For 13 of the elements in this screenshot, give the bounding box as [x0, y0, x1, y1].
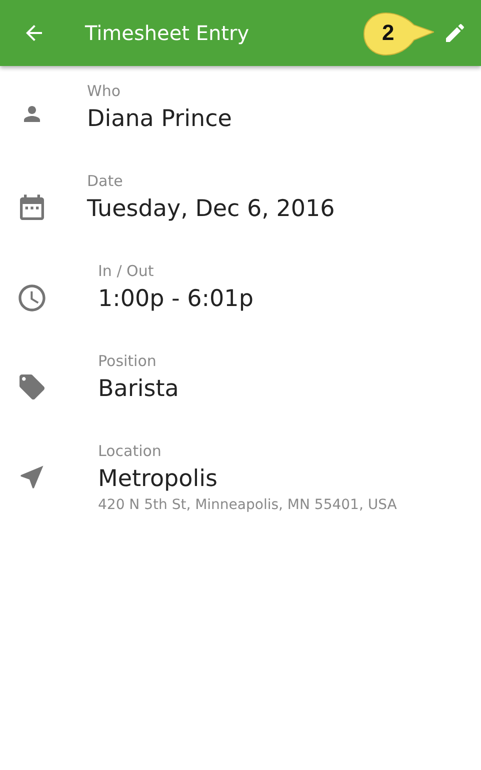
- field-value: 1:00p - 6:01p: [98, 285, 254, 314]
- field-label: Date: [87, 172, 124, 190]
- address-text: 420 N 5th St, Minneapolis, MN 55401, USA: [98, 496, 397, 514]
- callout-number: 2: [382, 20, 394, 46]
- screen-title: Timesheet Entry: [85, 21, 250, 45]
- field-value: Metropolis: [98, 465, 218, 494]
- field-label: Location: [98, 442, 162, 460]
- field-label: Position: [98, 352, 158, 370]
- field-value: Diana Prince: [87, 105, 232, 134]
- field-value: Tuesday, Dec 6, 2016: [87, 195, 335, 224]
- field-value: Barista: [98, 375, 179, 404]
- field-label: In / Out: [98, 262, 155, 280]
- field-label: Who: [87, 82, 122, 100]
